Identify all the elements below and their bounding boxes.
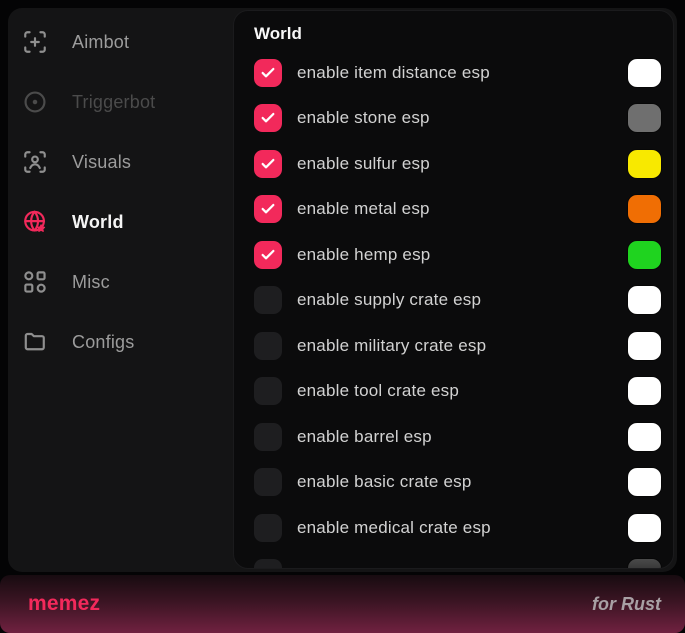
color-swatch[interactable] bbox=[628, 241, 661, 269]
esp-row: enable hemp esp bbox=[254, 232, 661, 278]
esp-checkbox[interactable] bbox=[254, 423, 282, 451]
color-swatch[interactable] bbox=[628, 195, 661, 223]
brand-logo: memez bbox=[28, 592, 100, 616]
esp-row: enable tool crate esp bbox=[254, 369, 661, 415]
color-swatch[interactable] bbox=[628, 514, 661, 542]
esp-label: enable barrel esp bbox=[297, 427, 432, 447]
esp-checkbox[interactable] bbox=[254, 241, 282, 269]
world-panel: World enable item distance esp enable sto… bbox=[233, 10, 674, 569]
esp-label: enable stone esp bbox=[297, 108, 430, 128]
sidebar-item-triggerbot[interactable]: Triggerbot bbox=[8, 72, 233, 132]
esp-label: enable basic crate esp bbox=[297, 472, 472, 492]
esp-label: enable medical crate esp bbox=[297, 518, 491, 538]
color-swatch[interactable] bbox=[628, 423, 661, 451]
esp-label: enable tool crate esp bbox=[297, 381, 459, 401]
esp-checkbox[interactable] bbox=[254, 377, 282, 405]
color-swatch[interactable] bbox=[628, 332, 661, 360]
panel-title: World bbox=[254, 24, 661, 44]
esp-label: enable hemp esp bbox=[297, 245, 430, 265]
circle-dot-icon bbox=[22, 89, 48, 115]
sidebar-item-label: Misc bbox=[72, 272, 110, 293]
color-swatch[interactable] bbox=[628, 377, 661, 405]
esp-option-list: enable item distance esp enable stone esp… bbox=[254, 50, 661, 569]
folder-icon bbox=[22, 329, 48, 355]
esp-label: enable military crate esp bbox=[297, 336, 486, 356]
esp-label: enable metal esp bbox=[297, 199, 430, 219]
sidebar-item-label: Visuals bbox=[72, 152, 131, 173]
esp-row: enable sulfur esp bbox=[254, 141, 661, 187]
esp-checkbox[interactable] bbox=[254, 195, 282, 223]
sidebar-item-aimbot[interactable]: Aimbot bbox=[8, 12, 233, 72]
esp-row: enable military crate esp bbox=[254, 323, 661, 369]
esp-checkbox[interactable] bbox=[254, 104, 282, 132]
color-swatch[interactable] bbox=[628, 468, 661, 496]
esp-row: enable basic crate esp bbox=[254, 460, 661, 506]
sidebar: Aimbot Triggerbot Visuals World Misc Configs bbox=[8, 8, 233, 572]
sidebar-item-world[interactable]: World bbox=[8, 192, 233, 252]
esp-label: enable supply crate esp bbox=[297, 290, 481, 310]
tagline: for Rust bbox=[592, 594, 661, 615]
sidebar-item-configs[interactable]: Configs bbox=[8, 312, 233, 372]
sidebar-item-misc[interactable]: Misc bbox=[8, 252, 233, 312]
esp-checkbox[interactable] bbox=[254, 559, 282, 569]
sidebar-item-label: Configs bbox=[72, 332, 134, 353]
globe-star-icon bbox=[22, 209, 48, 235]
esp-row: enable metal esp bbox=[254, 187, 661, 233]
sidebar-item-label: Aimbot bbox=[72, 32, 129, 53]
color-swatch[interactable] bbox=[628, 104, 661, 132]
esp-row: enable item distance esp bbox=[254, 50, 661, 96]
esp-checkbox[interactable] bbox=[254, 150, 282, 178]
sidebar-item-label: World bbox=[72, 212, 124, 233]
esp-checkbox[interactable] bbox=[254, 468, 282, 496]
esp-row: enable supply crate esp bbox=[254, 278, 661, 324]
color-swatch[interactable] bbox=[628, 59, 661, 87]
color-swatch[interactable] bbox=[628, 150, 661, 178]
esp-checkbox[interactable] bbox=[254, 332, 282, 360]
esp-checkbox[interactable] bbox=[254, 286, 282, 314]
face-scan-icon bbox=[22, 149, 48, 175]
esp-row: enable stone esp bbox=[254, 96, 661, 142]
color-swatch[interactable] bbox=[628, 286, 661, 314]
esp-checkbox[interactable] bbox=[254, 514, 282, 542]
esp-row: enable barrel esp bbox=[254, 414, 661, 460]
sidebar-item-label: Triggerbot bbox=[72, 92, 155, 113]
shapes-grid-icon bbox=[22, 269, 48, 295]
app-window: AimbotTriggerbotVisualsWorldMiscConfigs … bbox=[8, 8, 677, 572]
esp-checkbox[interactable] bbox=[254, 59, 282, 87]
crosshair-scan-icon bbox=[22, 29, 48, 55]
esp-row bbox=[254, 551, 661, 570]
esp-label: enable item distance esp bbox=[297, 63, 490, 83]
esp-label: enable sulfur esp bbox=[297, 154, 430, 174]
sidebar-item-visuals[interactable]: Visuals bbox=[8, 132, 233, 192]
color-swatch[interactable] bbox=[628, 559, 661, 569]
esp-row: enable medical crate esp bbox=[254, 505, 661, 551]
footer-bar: memez for Rust bbox=[0, 575, 685, 633]
